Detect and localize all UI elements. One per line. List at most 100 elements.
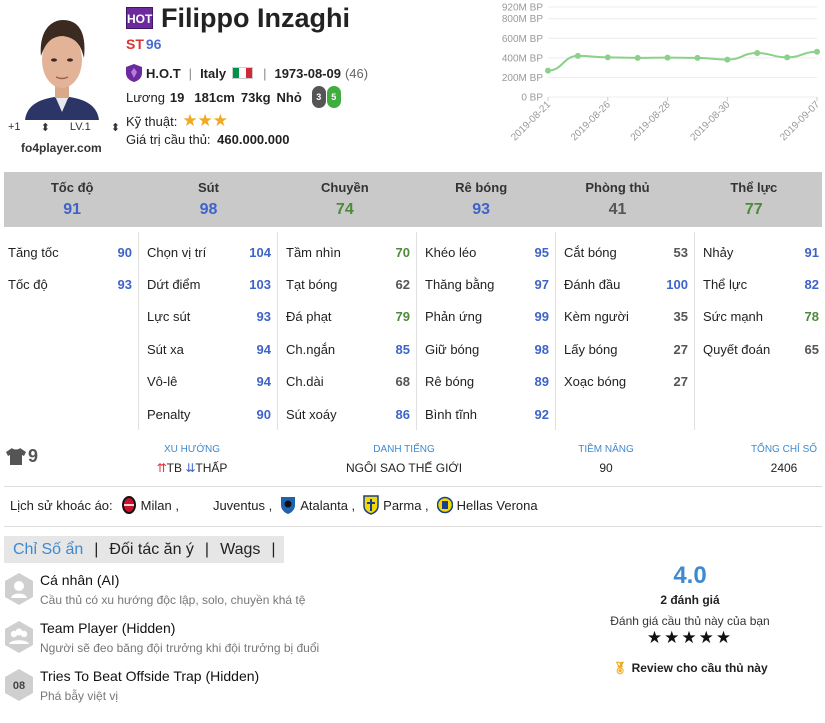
club-milan[interactable]: Milan , bbox=[121, 495, 179, 515]
price-point bbox=[664, 54, 671, 61]
potential-value: 90 bbox=[599, 461, 613, 475]
total-stats: TỔNG CHỈ SỐ 2406 bbox=[744, 444, 824, 475]
milan-crest-icon bbox=[121, 496, 136, 514]
stat-summary-value: 91 bbox=[63, 201, 82, 218]
x-tick-label: 2019-08-26 bbox=[569, 99, 613, 143]
stat-label: Đánh đầu bbox=[564, 277, 621, 293]
tab-separator: | bbox=[204, 540, 210, 558]
price-line bbox=[547, 50, 818, 72]
atalanta-crest-icon bbox=[281, 497, 296, 514]
value-label: Giá trị cầu thủ: bbox=[126, 132, 211, 147]
info-strip: 9 XU HƯỚNG ⇈TB ⇊THẤP DANH TIẾNG NGÔI SAO… bbox=[0, 440, 825, 480]
total-stats-value: 2406 bbox=[770, 461, 798, 475]
club-atalanta[interactable]: Atalanta , bbox=[280, 495, 355, 515]
stat-value: 65 bbox=[804, 341, 819, 357]
parma-crest-icon bbox=[363, 495, 379, 515]
stat-value: 98 bbox=[534, 341, 549, 357]
work-rate-value: ⇈TB ⇊THẤP bbox=[150, 461, 234, 475]
level-value: LV.1 bbox=[69, 121, 91, 133]
stat-row: Rê bóng 89 bbox=[425, 366, 549, 398]
stat-value: 97 bbox=[534, 277, 549, 293]
stat-label: Rê bóng bbox=[425, 374, 475, 390]
trait-item: Team Player (Hidden) Người sẽ đeo băng đ… bbox=[4, 620, 544, 664]
rating-count: 2 đánh giá bbox=[660, 593, 720, 607]
y-tick-label: 600M BP bbox=[502, 34, 543, 45]
club-parma[interactable]: Parma , bbox=[363, 495, 429, 515]
stat-row: Giữ bóng 98 bbox=[425, 333, 549, 365]
value-amount: 460.000.000 bbox=[217, 132, 290, 147]
stat-row: Cắt bóng 53 bbox=[564, 236, 688, 268]
tab-chemistry[interactable]: Đối tác ăn ý bbox=[109, 541, 193, 559]
physical-line: Lương 19 181cm 73kg Nhỏ 3 5 bbox=[126, 86, 341, 108]
stat-value: 99 bbox=[534, 309, 549, 325]
tab-hidden-stats[interactable]: Chỉ Số ẩn bbox=[13, 541, 83, 559]
y-tick-label: 920M BP bbox=[502, 3, 543, 14]
stat-label: Ch.ngắn bbox=[286, 341, 336, 357]
stat-label: Thăng bằng bbox=[425, 277, 495, 293]
level-stepper-icon[interactable]: ⬍ bbox=[111, 121, 120, 134]
club-name: Juventus , bbox=[212, 497, 273, 513]
stat-value: 68 bbox=[395, 374, 410, 390]
stat-row: Kèm người 35 bbox=[564, 301, 688, 333]
stat-value: 94 bbox=[256, 341, 271, 357]
stat-value: 89 bbox=[534, 374, 549, 390]
stat-row: Đá phạt 79 bbox=[286, 301, 410, 333]
upgrade-stepper-icon[interactable]: ⬍ bbox=[41, 121, 50, 134]
height: 181cm bbox=[194, 89, 235, 105]
work-rate-label: XU HƯỚNG bbox=[163, 444, 220, 455]
stat-value: 27 bbox=[673, 374, 688, 390]
stat-label: Lấy bóng bbox=[564, 341, 618, 357]
stat-label: Quyết đoán bbox=[703, 341, 771, 357]
club-history: Lịch sử khoác áo: Milan , Juventus , Ata… bbox=[10, 495, 538, 515]
rating-stars-input[interactable]: ★★★★★ bbox=[590, 628, 790, 648]
club-verona[interactable]: Hellas Verona bbox=[436, 495, 538, 515]
upgrade-value: +1 bbox=[8, 121, 21, 133]
potential-label: TIỀM NĂNG bbox=[578, 444, 634, 455]
player-value: Giá trị cầu thủ: 460.000.000 bbox=[126, 132, 289, 147]
stat-label: Sút xoáy bbox=[286, 406, 337, 422]
stat-summary-value: 98 bbox=[199, 201, 218, 218]
reputation: DANH TIẾNG NGÔI SAO THẾ GIỚI bbox=[334, 444, 474, 475]
stat-row: Lực sút 93 bbox=[147, 301, 271, 333]
stat-row: Sức mạnh 78 bbox=[703, 301, 819, 333]
stat-label: Xoạc bóng bbox=[564, 374, 627, 390]
tab-separator: | bbox=[271, 540, 276, 558]
rating-score: 4.0 bbox=[673, 562, 707, 589]
tab-wags[interactable]: Wags bbox=[220, 541, 260, 559]
stat-value: 93 bbox=[117, 277, 132, 293]
stat-label: Chọn vị trí bbox=[147, 244, 207, 260]
review-link-label: Review cho cầu thủ này bbox=[631, 661, 768, 675]
stat-row: Chọn vị trí 104 bbox=[147, 236, 271, 268]
stat-label: Nhảy bbox=[703, 244, 734, 260]
stat-value: 85 bbox=[395, 341, 410, 357]
stat-label: Giữ bóng bbox=[425, 341, 480, 357]
separator: | bbox=[263, 65, 267, 81]
stat-value: 82 bbox=[804, 277, 819, 293]
strong-foot-icon: 5 bbox=[326, 86, 341, 108]
stat-row: Xoạc bóng 27 bbox=[564, 366, 688, 398]
stat-value: 27 bbox=[673, 341, 688, 357]
stat-label: Tầm nhìn bbox=[286, 244, 341, 260]
review-link[interactable]: 🏅︎ Review cho cầu thủ này bbox=[612, 661, 767, 675]
stat-summary-value: 41 bbox=[608, 201, 627, 218]
trait-title: Cá nhân (AI) bbox=[40, 572, 120, 588]
stat-label: Dứt điểm bbox=[147, 277, 201, 293]
club-history-label: Lịch sử khoác áo: bbox=[10, 497, 113, 513]
x-tick-label: 2019-08-30 bbox=[689, 99, 733, 143]
stat-label: Vô-lê bbox=[147, 374, 178, 390]
defense-workrate: THẤP bbox=[195, 461, 228, 475]
club-juventus[interactable]: Juventus , bbox=[213, 498, 272, 513]
stat-summary-value: 74 bbox=[335, 201, 354, 218]
price-point bbox=[814, 48, 820, 55]
stat-label: Sút xa bbox=[147, 341, 184, 357]
shirt-number-value: 9 bbox=[28, 446, 39, 466]
stat-summary-label: Rê bóng bbox=[455, 180, 508, 195]
work-rate: XU HƯỚNG ⇈TB ⇊THẤP bbox=[150, 444, 234, 475]
stat-row: Tạt bóng 62 bbox=[286, 268, 410, 300]
reputation-label: DANH TIẾNG bbox=[373, 444, 435, 455]
price-history-chart: 920M BP800M BP600M BP400M BP200M BP0 BP2… bbox=[502, 3, 823, 144]
stat-label: Cắt bóng bbox=[564, 244, 617, 260]
award-icon: 🏅︎ bbox=[612, 661, 628, 675]
season-name: H.O.T bbox=[146, 65, 181, 81]
age: (46) bbox=[344, 65, 369, 81]
